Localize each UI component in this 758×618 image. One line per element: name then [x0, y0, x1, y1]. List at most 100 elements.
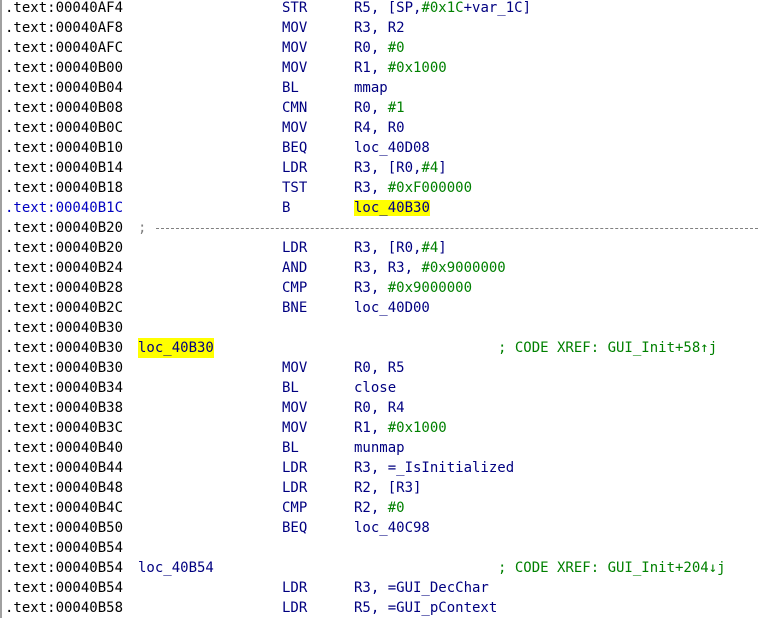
- listing-row[interactable]: .text:00040B54 LDR R3, =GUI_DecChar: [0, 578, 758, 598]
- address[interactable]: .text:00040B20: [5, 218, 123, 238]
- address[interactable]: .text:00040B04: [5, 78, 123, 98]
- instruction-operands[interactable]: loc_40D08: [354, 138, 430, 158]
- listing-row[interactable]: .text:00040B24 AND R3, R3, #0x9000000: [0, 258, 758, 278]
- address[interactable]: .text:00040B2C: [5, 298, 123, 318]
- instruction-mnemonic[interactable]: MOV: [282, 118, 307, 138]
- instruction-operands[interactable]: R3, #0x9000000: [354, 278, 472, 298]
- instruction-mnemonic[interactable]: TST: [282, 178, 307, 198]
- address[interactable]: .text:00040B00: [5, 58, 123, 78]
- listing-row[interactable]: .text:00040B14 LDR R3, [R0,#4]: [0, 158, 758, 178]
- instruction-operands[interactable]: R0, R4: [354, 398, 405, 418]
- address[interactable]: .text:00040B48: [5, 478, 123, 498]
- instruction-operands[interactable]: loc_40D00: [354, 298, 430, 318]
- instruction-mnemonic[interactable]: MOV: [282, 58, 307, 78]
- address[interactable]: .text:00040B10: [5, 138, 123, 158]
- listing-row[interactable]: .text:00040B38 MOV R0, R4: [0, 398, 758, 418]
- address[interactable]: .text:00040B0C: [5, 118, 123, 138]
- listing-row[interactable]: .text:00040B04 BL mmap: [0, 78, 758, 98]
- instruction-operands[interactable]: munmap: [354, 438, 405, 458]
- listing-row[interactable]: .text:00040B54 loc_40B54 ; CODE XREF: GUI_…: [0, 558, 758, 578]
- address[interactable]: .text:00040B24: [5, 258, 123, 278]
- address[interactable]: .text:00040B4C: [5, 498, 123, 518]
- listing-row[interactable]: .text:00040B18 TST R3, #0xF000000: [0, 178, 758, 198]
- instruction-operands[interactable]: R0, R5: [354, 358, 405, 378]
- instruction-mnemonic[interactable]: LDR: [282, 598, 307, 618]
- listing-row[interactable]: .text:00040B10 BEQ loc_40D08: [0, 138, 758, 158]
- address[interactable]: .text:00040AFC: [5, 38, 123, 58]
- instruction-operands[interactable]: close: [354, 378, 396, 398]
- separator-row[interactable]: .text:00040B20;: [0, 218, 758, 238]
- code-label[interactable]: loc_40B54: [138, 558, 214, 578]
- address[interactable]: .text:00040AF8: [5, 18, 123, 38]
- instruction-mnemonic[interactable]: MOV: [282, 418, 307, 438]
- instruction-operands[interactable]: R1, #0x1000: [354, 58, 447, 78]
- listing-row[interactable]: .text:00040B30 MOV R0, R5: [0, 358, 758, 378]
- instruction-operands[interactable]: R3, [R0,#4]: [354, 158, 447, 178]
- listing-row[interactable]: .text:00040B1C Bloc_40B30: [0, 198, 758, 218]
- address[interactable]: .text:00040B28: [5, 278, 123, 298]
- address[interactable]: .text:00040B54: [5, 578, 123, 598]
- listing-row[interactable]: .text:00040B28 CMP R3, #0x9000000: [0, 278, 758, 298]
- instruction-mnemonic[interactable]: CMP: [282, 278, 307, 298]
- instruction-mnemonic[interactable]: BL: [282, 378, 299, 398]
- instruction-operands[interactable]: R0, #1: [354, 98, 405, 118]
- instruction-operands[interactable]: R2, #0: [354, 498, 405, 518]
- address[interactable]: .text:00040B18: [5, 178, 123, 198]
- instruction-operands[interactable]: R3, =GUI_DecChar: [354, 578, 489, 598]
- instruction-mnemonic[interactable]: BNE: [282, 298, 307, 318]
- instruction-operands[interactable]: R0, #0: [354, 38, 405, 58]
- instruction-operands[interactable]: R4, R0: [354, 118, 405, 138]
- listing-row[interactable]: .text:00040B58 LDR R5, =GUI_pContext: [0, 598, 758, 618]
- listing-row[interactable]: .text:00040B00 MOV R1, #0x1000: [0, 58, 758, 78]
- address[interactable]: .text:00040B58: [5, 598, 123, 618]
- instruction-mnemonic[interactable]: AND: [282, 258, 307, 278]
- listing-row[interactable]: .text:00040AF4 STR R5, [SP,#0x1C+var_1C]: [0, 0, 758, 18]
- instruction-operands[interactable]: loc_40B30: [354, 198, 430, 218]
- address[interactable]: .text:00040B34: [5, 378, 123, 398]
- instruction-mnemonic[interactable]: MOV: [282, 358, 307, 378]
- address[interactable]: .text:00040B50: [5, 518, 123, 538]
- instruction-mnemonic[interactable]: MOV: [282, 398, 307, 418]
- instruction-mnemonic[interactable]: LDR: [282, 578, 307, 598]
- address[interactable]: .text:00040B44: [5, 458, 123, 478]
- listing-row[interactable]: .text:00040B34 BL close: [0, 378, 758, 398]
- listing-row[interactable]: .text:00040B44 LDR R3, =_IsInitialized: [0, 458, 758, 478]
- listing-row[interactable]: .text:00040B0C MOV R4, R0: [0, 118, 758, 138]
- instruction-operands[interactable]: R1, #0x1000: [354, 418, 447, 438]
- listing-row[interactable]: .text:00040AF8 MOV R3, R2: [0, 18, 758, 38]
- address[interactable]: .text:00040B40: [5, 438, 123, 458]
- address[interactable]: .text:00040B20: [5, 238, 123, 258]
- address[interactable]: .text:00040B54: [5, 558, 123, 578]
- listing-row[interactable]: .text:00040B08 CMN R0, #1: [0, 98, 758, 118]
- instruction-mnemonic[interactable]: STR: [282, 0, 307, 18]
- instruction-mnemonic[interactable]: BEQ: [282, 138, 307, 158]
- listing-row[interactable]: .text:00040B30 loc_40B30 ; CODE XREF: GUI_…: [0, 338, 758, 358]
- listing-row[interactable]: .text:00040B50 BEQ loc_40C98: [0, 518, 758, 538]
- instruction-mnemonic[interactable]: LDR: [282, 238, 307, 258]
- instruction-operands[interactable]: R5, [SP,#0x1C+var_1C]: [354, 0, 531, 18]
- address[interactable]: .text:00040B08: [5, 98, 123, 118]
- instruction-mnemonic[interactable]: BL: [282, 438, 299, 458]
- address[interactable]: .text:00040B38: [5, 398, 123, 418]
- instruction-operands[interactable]: R5, =GUI_pContext: [354, 598, 497, 618]
- instruction-operands[interactable]: mmap: [354, 78, 388, 98]
- instruction-operands[interactable]: R3, =_IsInitialized: [354, 458, 514, 478]
- address[interactable]: .text:00040B30: [5, 318, 123, 338]
- instruction-operands[interactable]: loc_40C98: [354, 518, 430, 538]
- listing-row[interactable]: .text:00040B54: [0, 538, 758, 558]
- listing-row[interactable]: .text:00040B4C CMP R2, #0: [0, 498, 758, 518]
- instruction-mnemonic[interactable]: BEQ: [282, 518, 307, 538]
- address[interactable]: .text:00040B54: [5, 538, 123, 558]
- instruction-operands[interactable]: R3, R2: [354, 18, 405, 38]
- instruction-mnemonic[interactable]: LDR: [282, 458, 307, 478]
- listing-row[interactable]: .text:00040B2C BNE loc_40D00: [0, 298, 758, 318]
- listing-row[interactable]: .text:00040B3C MOV R1, #0x1000: [0, 418, 758, 438]
- address[interactable]: .text:00040B30: [5, 358, 123, 378]
- listing-row[interactable]: .text:00040AFC MOV R0, #0: [0, 38, 758, 58]
- instruction-mnemonic[interactable]: MOV: [282, 38, 307, 58]
- instruction-operands[interactable]: R3, [R0,#4]: [354, 238, 447, 258]
- listing-row[interactable]: .text:00040B30: [0, 318, 758, 338]
- address[interactable]: .text:00040B3C: [5, 418, 123, 438]
- instruction-mnemonic[interactable]: CMN: [282, 98, 307, 118]
- instruction-mnemonic[interactable]: LDR: [282, 478, 307, 498]
